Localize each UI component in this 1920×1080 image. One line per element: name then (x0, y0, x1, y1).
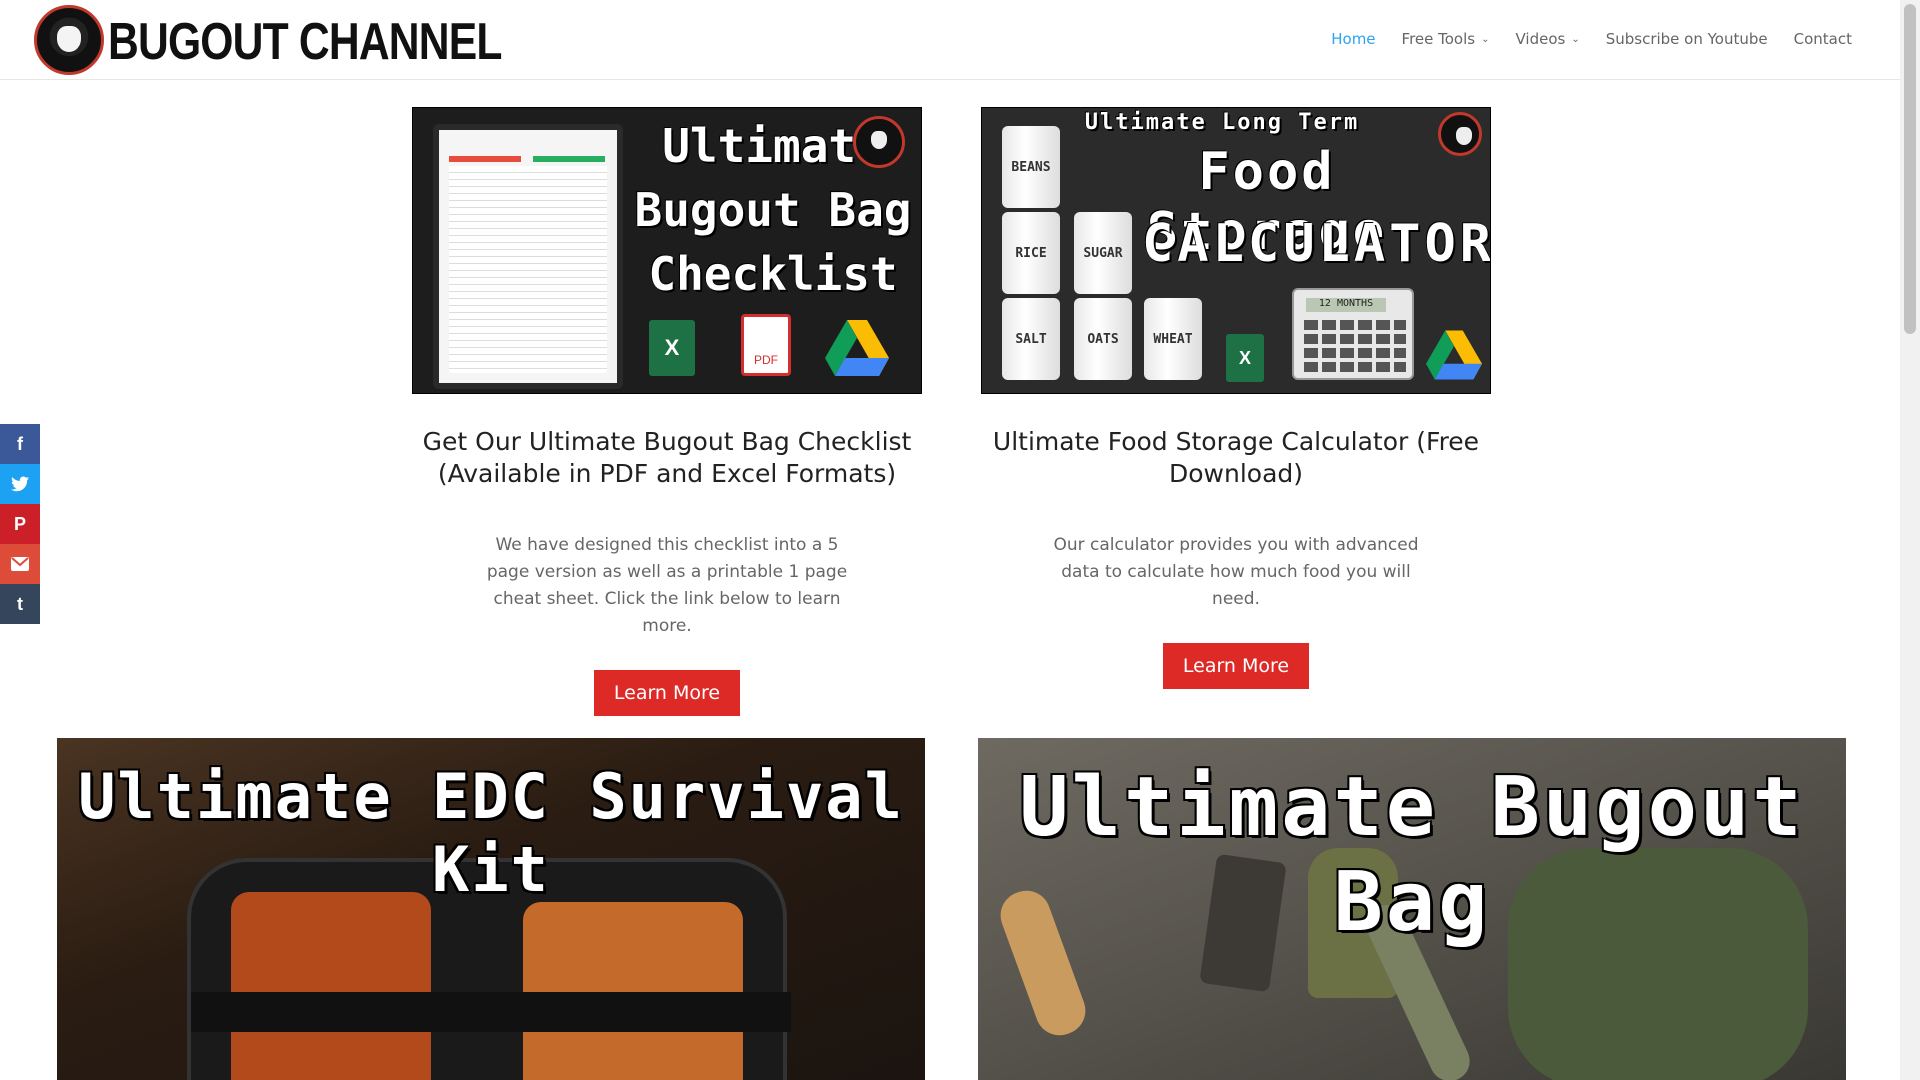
excel-icon: X (649, 320, 695, 376)
excel-icon: X (1226, 334, 1264, 382)
page-scrollbar[interactable] (1900, 0, 1920, 1080)
tumblr-icon[interactable]: t (0, 584, 40, 624)
pinterest-icon[interactable]: P (0, 504, 40, 544)
main-nav: Home Free Tools ⌄ Videos ⌄ Subscribe on Yo… (1331, 30, 1852, 48)
skull-logo-icon[interactable] (34, 5, 104, 75)
image-top-line: Ultimate Long Term (1084, 110, 1360, 135)
jar-wheat: WHEAT (1144, 298, 1202, 380)
site-header: BUGOUT CHANNEL Home Free Tools ⌄ Videos ⌄ … (0, 0, 1900, 80)
chevron-down-icon: ⌄ (1481, 33, 1490, 45)
clipboard-graphic (433, 124, 623, 389)
skull-badge-icon (853, 116, 905, 168)
feature-card-checklist: Ultimate Bugout Bag Checklist X PDF Get … (412, 107, 922, 716)
pdf-icon: PDF (741, 314, 791, 376)
checklist-image[interactable]: Ultimate Bugout Bag Checklist X PDF (412, 107, 922, 394)
scrollbar-thumb[interactable] (1904, 4, 1916, 334)
banner-title: Ultimate Bugout Bag (1019, 760, 1805, 950)
nav-free-tools[interactable]: Free Tools ⌄ (1402, 30, 1490, 48)
banner-title: Ultimate EDC Survival Kit (78, 760, 904, 906)
jar-sugar: SUGAR (1074, 212, 1132, 294)
calculator-screen: 12 MONTHS (1306, 298, 1386, 312)
jar-beans: BEANS (1002, 126, 1060, 208)
social-share-bar: f P t (0, 424, 40, 624)
twitter-icon[interactable] (0, 464, 40, 504)
feature-card-food-calculator: Ultimate Long Term Food Storage CALCULAT… (981, 107, 1491, 689)
skull-badge-icon (1438, 112, 1482, 156)
nav-videos[interactable]: Videos ⌄ (1515, 30, 1579, 48)
jar-rice: RICE (1002, 212, 1060, 294)
google-drive-icon (825, 320, 889, 376)
chevron-down-icon: ⌄ (1571, 33, 1580, 45)
nav-subscribe-youtube[interactable]: Subscribe on Youtube (1606, 30, 1768, 48)
jar-oats: OATS (1074, 298, 1132, 380)
edc-survival-kit-banner[interactable]: Ultimate EDC Survival Kit (57, 738, 925, 1080)
learn-more-button[interactable]: Learn More (1162, 643, 1310, 689)
jar-salt: SALT (1002, 298, 1060, 380)
site-logo-text[interactable]: BUGOUT CHANNEL (108, 12, 502, 72)
nav-home[interactable]: Home (1331, 30, 1375, 48)
google-drive-icon (1426, 330, 1482, 380)
card-description: Our calculator provides you with advance… (1053, 535, 1419, 609)
facebook-icon[interactable]: f (0, 424, 40, 464)
bugout-bag-banner[interactable]: Ultimate Bugout Bag (978, 738, 1846, 1080)
image-line-3: CALCULATOR (1142, 214, 1491, 274)
learn-more-button[interactable]: Learn More (593, 670, 741, 716)
nav-contact[interactable]: Contact (1794, 30, 1852, 48)
card-title[interactable]: Get Our Ultimate Bugout Bag Checklist (A… (412, 426, 922, 490)
card-title[interactable]: Ultimate Food Storage Calculator (Free D… (981, 426, 1491, 490)
email-icon[interactable] (0, 544, 40, 584)
calculator-graphic: 12 MONTHS (1292, 288, 1414, 380)
card-description: We have designed this checklist into a 5… (486, 535, 848, 636)
food-calculator-image[interactable]: Ultimate Long Term Food Storage CALCULAT… (981, 107, 1491, 394)
